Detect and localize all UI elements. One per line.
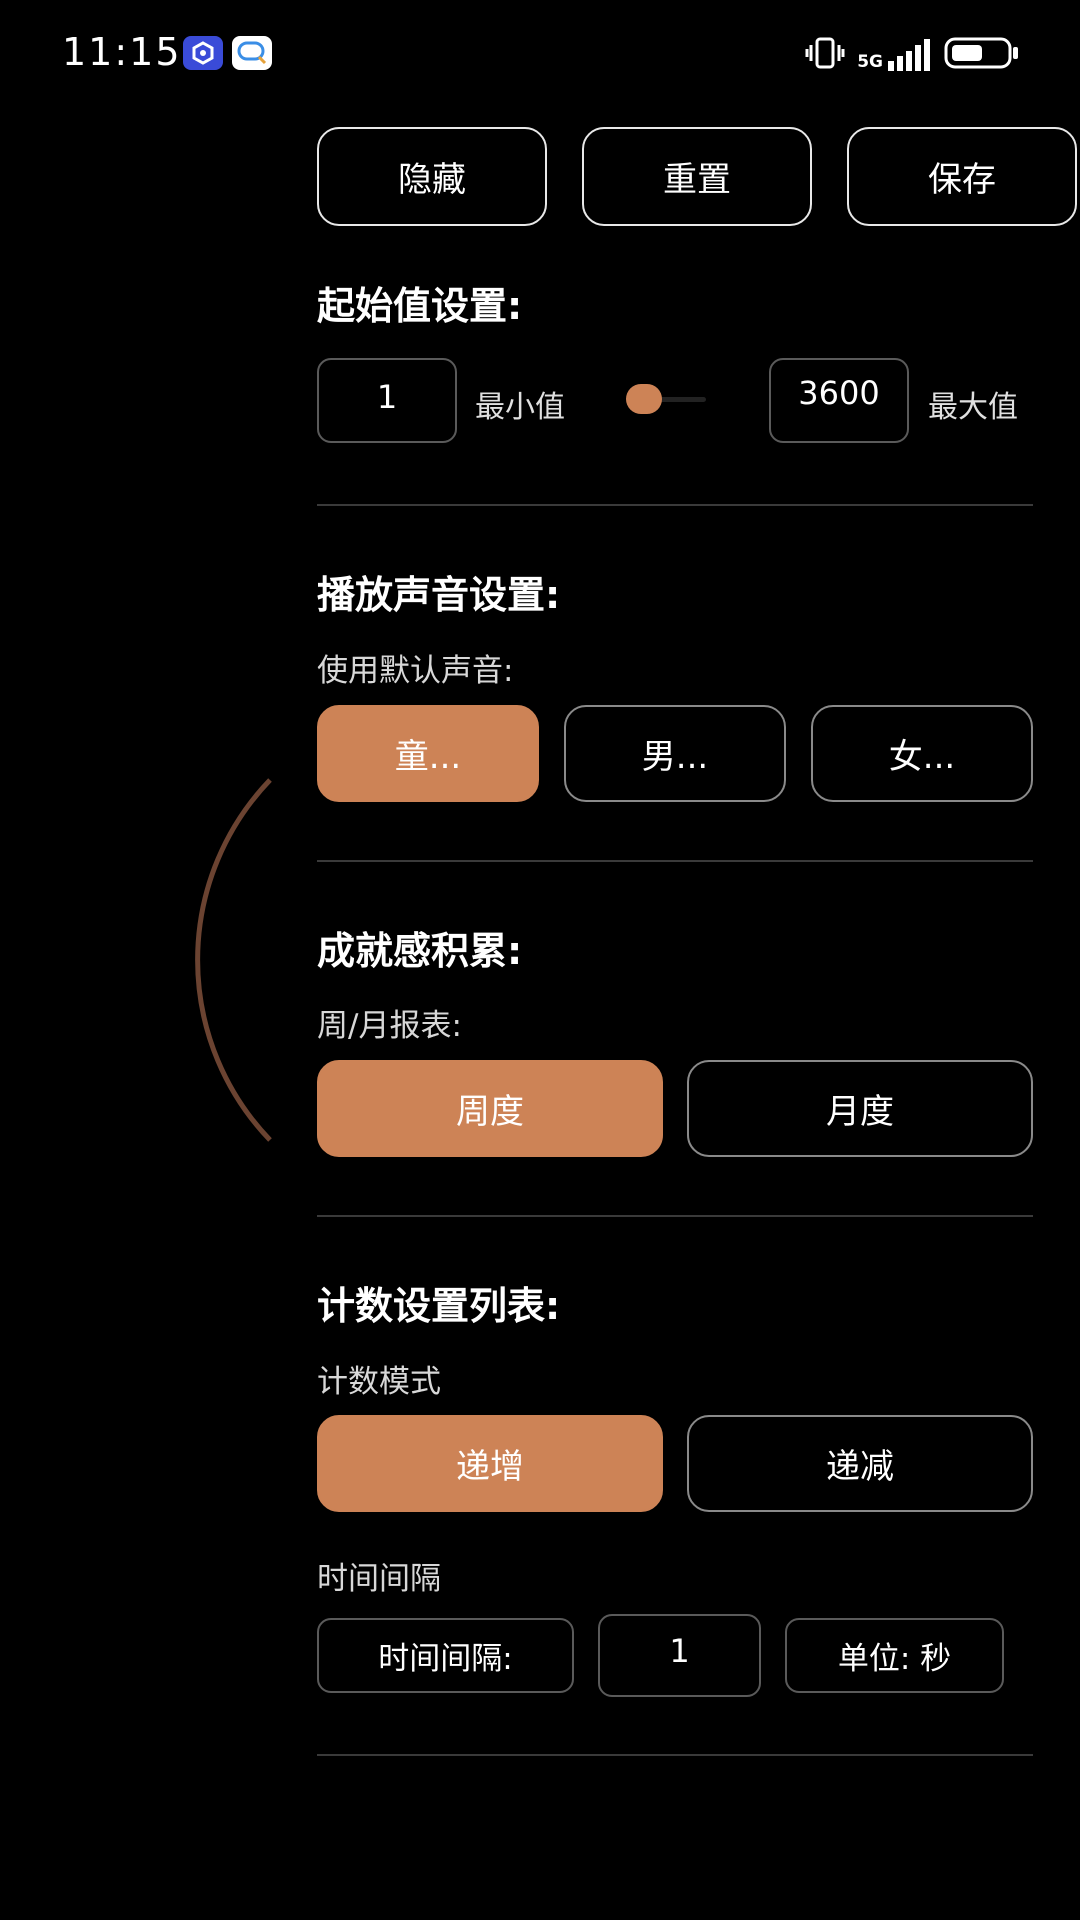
divider (317, 1215, 1033, 1217)
sound-option-male[interactable]: 男... (564, 705, 786, 802)
decorative-arc (195, 778, 272, 1142)
interval-prefix-label: 时间间隔: (317, 1618, 574, 1693)
vibrate-icon (805, 36, 845, 74)
max-value-label: 最大值 (928, 390, 1018, 425)
increment-mode-button[interactable]: 递增 (317, 1415, 663, 1512)
divider (317, 1754, 1033, 1756)
sound-option-child[interactable]: 童... (317, 705, 539, 802)
reset-button[interactable]: 重置 (582, 127, 812, 226)
save-button[interactable]: 保存 (847, 127, 1077, 226)
monthly-report-button[interactable]: 月度 (687, 1060, 1033, 1157)
sound-settings-title: 播放声音设置: (317, 573, 561, 617)
min-value-input[interactable]: 1 (317, 358, 457, 443)
slider-thumb[interactable] (626, 384, 662, 414)
app-notification-icon (183, 36, 223, 70)
interval-unit-selector[interactable]: 单位: 秒 (785, 1618, 1004, 1693)
signal-icon: 5G (857, 39, 932, 71)
battery-icon (944, 36, 1020, 74)
interval-section-label: 时间间隔 (317, 1561, 441, 1597)
count-mode-label: 计数模式 (317, 1364, 441, 1400)
range-slider[interactable] (626, 384, 706, 414)
divider (317, 504, 1033, 506)
max-value-input[interactable]: 3600 (769, 358, 909, 443)
sound-option-female[interactable]: 女... (811, 705, 1033, 802)
min-value-label: 最小值 (475, 390, 565, 425)
network-type: 5G (857, 52, 883, 72)
report-label: 周/月报表: (317, 1008, 462, 1044)
weekly-report-button[interactable]: 周度 (317, 1060, 663, 1157)
counting-settings-title: 计数设置列表: (317, 1284, 561, 1328)
status-indicators: 5G (805, 36, 1020, 74)
divider (317, 860, 1033, 862)
message-notification-icon (232, 36, 272, 70)
start-value-title: 起始值设置: (317, 284, 523, 328)
default-sound-label: 使用默认声音: (317, 653, 514, 689)
status-time: 11:15 (62, 30, 182, 74)
achievement-title: 成就感积累: (317, 929, 523, 973)
decrement-mode-button[interactable]: 递减 (687, 1415, 1033, 1512)
hide-button[interactable]: 隐藏 (317, 127, 547, 226)
interval-value-input[interactable]: 1 (598, 1614, 761, 1697)
